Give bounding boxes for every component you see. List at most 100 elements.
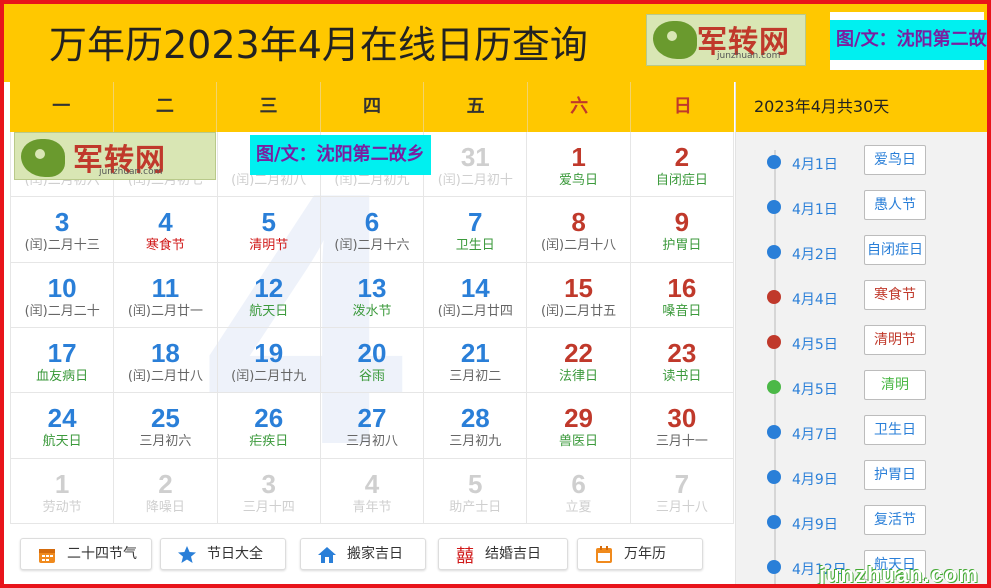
day-cell[interactable]: 28 三月初九 — [424, 393, 528, 459]
quick-link-button[interactable]: 囍结婚吉日 — [438, 538, 568, 570]
timeline-dot-icon — [767, 335, 781, 349]
day-number: 3 — [54, 207, 70, 238]
event-date: 4月1日 — [792, 202, 838, 218]
event-date: 4月4日 — [792, 292, 838, 308]
bird-logo-icon — [21, 139, 65, 177]
day-cell[interactable]: 22 法律日 — [527, 328, 631, 394]
quick-link-button[interactable]: 万年历 — [577, 538, 703, 570]
day-cell[interactable]: 18 (闰)二月廿八 — [114, 328, 218, 394]
day-cell[interactable]: 15 (闰)二月廿五 — [527, 262, 631, 328]
day-cell[interactable]: 11 (闰)二月廿一 — [114, 262, 218, 328]
day-cell[interactable]: 7 卫生日 — [424, 197, 528, 263]
day-cell[interactable]: 4 寒食节 — [114, 197, 218, 263]
event-tag[interactable]: 寒食节 — [864, 280, 926, 310]
event-tag[interactable]: 清明 — [864, 370, 926, 400]
day-number: 10 — [47, 272, 77, 303]
day-subtext: 兽医日 — [559, 434, 599, 450]
day-cell[interactable]: 20 谷雨 — [320, 328, 425, 394]
day-cell[interactable]: 6 立夏 — [527, 458, 631, 524]
day-subtext: (闰)二月二十 — [24, 303, 100, 319]
site-logo[interactable]: 军转网 junzhuan.com — [646, 14, 806, 66]
day-cell[interactable]: 3 (闰)二月十三 — [11, 197, 115, 263]
day-cell[interactable]: 29 兽医日 — [527, 393, 631, 459]
quick-link-button[interactable]: 二十四节气 — [20, 538, 152, 570]
day-cell[interactable]: 14 (闰)二月廿四 — [424, 262, 528, 328]
day-cell[interactable]: 19 (闰)二月廿九 — [217, 328, 321, 394]
day-cell[interactable]: 3 三月十四 — [217, 458, 321, 524]
credit-label: 图/文：沈阳第二故乡 — [830, 20, 987, 60]
day-subtext: 爱鸟日 — [559, 173, 599, 188]
day-cell[interactable]: 5 助产士日 — [424, 458, 528, 524]
timeline-dot-icon — [767, 425, 781, 439]
day-cell[interactable]: 1 爱鸟日 — [527, 132, 631, 198]
day-number: 1 — [54, 468, 70, 499]
event-tag[interactable]: 复活节 — [864, 505, 926, 535]
day-subtext: 血友病日 — [36, 369, 89, 384]
day-cell[interactable]: 24 航天日 — [11, 393, 115, 459]
site-logo-overlay[interactable]: 军转网 junzhuan.com — [14, 132, 216, 180]
day-cell[interactable]: 13 泼水节 — [320, 262, 425, 328]
day-subtext: 劳动节 — [42, 499, 82, 515]
day-cell[interactable]: 25 三月初六 — [114, 393, 218, 459]
day-subtext: 嗓音日 — [662, 303, 702, 319]
weekday-label: 五 — [424, 82, 528, 132]
month-summary: 2023年4月共30天 — [736, 82, 987, 132]
svg-text:囍: 囍 — [456, 546, 474, 565]
event-tag[interactable]: 爱鸟日 — [864, 145, 926, 175]
day-number: 13 — [357, 272, 387, 303]
day-cell[interactable]: 7 三月十八 — [630, 458, 734, 524]
event-tag[interactable]: 护胃日 — [864, 460, 926, 490]
day-cell[interactable]: 30 三月十一 — [630, 393, 734, 459]
day-subtext: (闰)二月十六 — [334, 238, 410, 254]
day-cell[interactable]: 2 自闭症日 — [630, 132, 734, 198]
day-number: 1 — [571, 142, 586, 172]
quick-link-button[interactable]: 节日大全 — [160, 538, 286, 570]
day-cell[interactable]: 1 劳动节 — [11, 458, 115, 524]
day-cell[interactable]: 8 (闰)二月十八 — [527, 197, 631, 263]
day-cell[interactable]: 17 血友病日 — [11, 328, 115, 394]
day-cell[interactable]: 27 三月初八 — [320, 393, 425, 459]
day-subtext: 护胃日 — [662, 238, 702, 254]
event-item: 4月5日 清明节 — [736, 325, 987, 364]
day-number: 8 — [571, 207, 586, 238]
day-subtext: 青年节 — [352, 499, 392, 515]
weekday-label: 二 — [114, 82, 218, 132]
day-subtext: 降噪日 — [145, 499, 185, 515]
day-number: 4 — [158, 207, 173, 238]
day-number: 12 — [254, 272, 284, 303]
day-cell[interactable]: 16 嗓音日 — [630, 262, 734, 328]
day-number: 19 — [254, 338, 284, 368]
event-tag[interactable]: 清明节 — [864, 325, 926, 355]
credit-overlay: 图/文：沈阳第二故乡 — [250, 135, 431, 175]
day-number: 16 — [667, 272, 697, 303]
day-number: 30 — [667, 403, 697, 434]
day-cell[interactable]: 2 降噪日 — [114, 458, 218, 524]
day-cell[interactable]: 6 (闰)二月十六 — [320, 197, 425, 263]
day-number: 5 — [468, 468, 483, 499]
event-tag[interactable]: 愚人节 — [864, 190, 926, 220]
day-cell[interactable]: 4 青年节 — [320, 458, 425, 524]
day-subtext: 立夏 — [565, 499, 592, 515]
day-cell[interactable]: 31 (闰)二月初十 — [424, 132, 528, 198]
quick-link-button[interactable]: 搬家吉日 — [300, 538, 426, 570]
day-cell[interactable]: 26 疟疾日 — [217, 393, 321, 459]
day-number: 17 — [47, 338, 77, 368]
event-tag[interactable]: 卫生日 — [864, 415, 926, 445]
event-date: 4月5日 — [792, 382, 838, 398]
event-tag[interactable]: 自闭症日 — [864, 235, 926, 265]
day-subtext: 航天日 — [249, 303, 289, 319]
day-number: 6 — [571, 468, 586, 499]
event-date: 4月9日 — [792, 517, 838, 533]
day-cell[interactable]: 23 读书日 — [630, 328, 734, 394]
day-cell[interactable]: 12 航天日 — [217, 262, 321, 328]
day-cell[interactable]: 5 清明节 — [217, 197, 321, 263]
day-cell[interactable]: 21 三月初二 — [424, 328, 528, 394]
calendar-icon — [37, 545, 57, 565]
day-subtext: 三月十八 — [655, 499, 708, 515]
event-date: 4月5日 — [792, 337, 838, 353]
day-cell[interactable]: 10 (闰)二月二十 — [11, 262, 115, 328]
button-label: 结婚吉日 — [485, 546, 541, 562]
day-number: 23 — [667, 338, 697, 368]
bird-logo-icon — [653, 21, 697, 59]
day-cell[interactable]: 9 护胃日 — [630, 197, 734, 263]
